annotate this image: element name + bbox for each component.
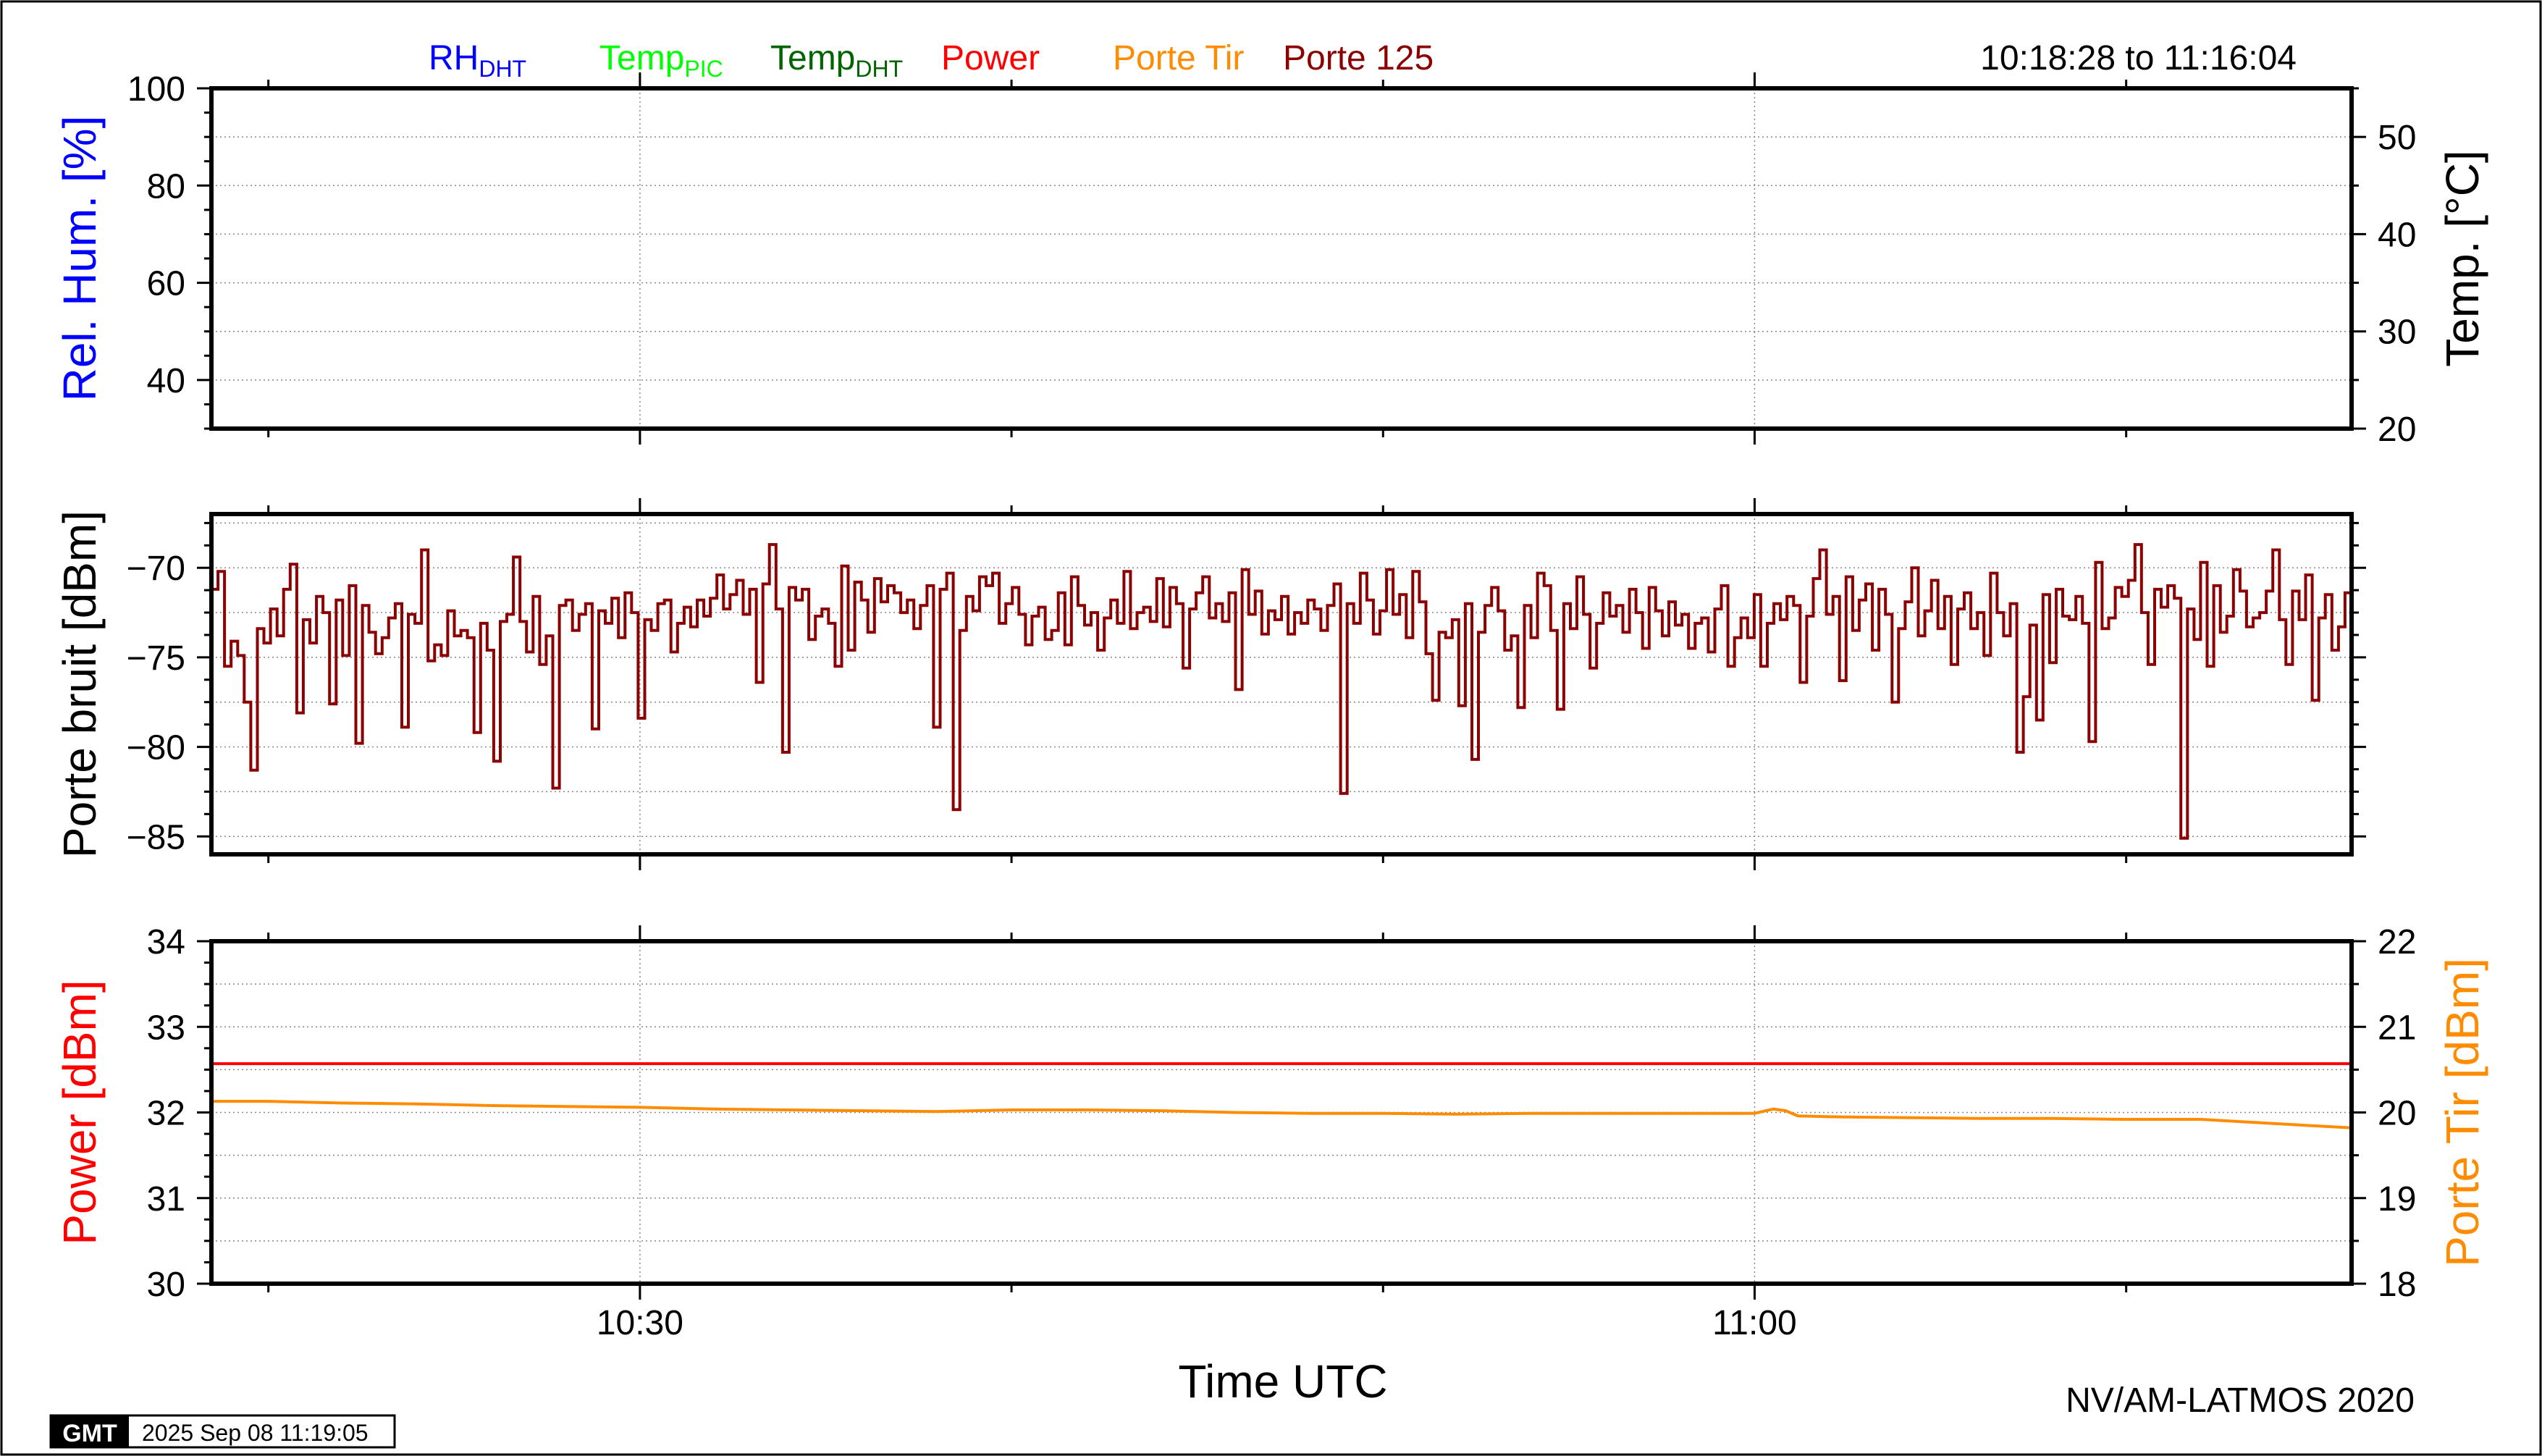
y-right-tick-label: 20: [2378, 1095, 2416, 1133]
y-left-tick-label: −85: [127, 818, 185, 857]
legend-label: Power: [941, 39, 1040, 77]
legend-subscript: DHT: [479, 56, 526, 82]
y-right-tick-label: 19: [2378, 1180, 2416, 1219]
legend-subscript: PIC: [684, 56, 723, 82]
x-tick-label: 11:00: [1712, 1304, 1797, 1342]
y-right-tick-label: 20: [2378, 411, 2416, 449]
gmt-timestamp: 2025 Sep 08 11:19:05: [142, 1420, 369, 1446]
gmt-logo-text: GMT: [62, 1420, 117, 1447]
figure-border: [0, 0, 2542, 1456]
y-right-axis-title: Porte Tir [dBm]: [2436, 958, 2488, 1267]
gmt-timestamp-badge: GMT 2025 Sep 08 11:19:05: [49, 1414, 396, 1449]
legend-label: Temp: [599, 39, 684, 77]
figure-canvas: RHDHT TempPIC TempDHT Power Porte Tir Porte 1…: [0, 0, 2542, 1456]
y-right-tick-label: 40: [2378, 216, 2416, 254]
x-axis-title: Time UTC: [1178, 1355, 1387, 1407]
legend-item-3: Power: [941, 39, 1040, 77]
y-left-tick-label: 33: [147, 1009, 185, 1047]
legend-item-4: Porte Tir: [1113, 39, 1244, 77]
y-left-tick-label: 40: [147, 362, 185, 400]
y-left-tick-label: 80: [147, 167, 185, 206]
legend-label: RH: [429, 39, 479, 77]
y-right-axis-title: Temp. [°C]: [2436, 150, 2488, 366]
legend-subscript: DHT: [855, 56, 903, 82]
legend-label: Temp: [770, 39, 855, 77]
time-range: 10:18:28 to 11:16:04: [1980, 39, 2297, 77]
y-left-axis-title: Porte bruit [dBm]: [54, 510, 106, 858]
y-left-tick-label: 31: [147, 1180, 185, 1219]
y-left-axis-title: Rel. Hum. [%]: [54, 116, 106, 402]
y-right-tick-label: 21: [2378, 1009, 2416, 1047]
y-right-tick-label: 18: [2378, 1266, 2416, 1304]
legend-label: Porte 125: [1283, 39, 1434, 77]
y-left-tick-label: 60: [147, 265, 185, 303]
legend-label: Porte Tir: [1113, 39, 1244, 77]
y-left-tick-label: 30: [147, 1266, 185, 1304]
y-left-tick-label: −70: [127, 550, 185, 588]
y-left-tick-label: −75: [127, 639, 185, 678]
legend-item-5: Porte 125: [1283, 39, 1434, 77]
y-left-tick-label: −80: [127, 729, 185, 767]
y-right-tick-label: 22: [2378, 923, 2416, 961]
y-right-tick-label: 30: [2378, 313, 2416, 352]
credit-text: NV/AM-LATMOS 2020: [2066, 1381, 2415, 1420]
y-left-tick-label: 100: [127, 70, 185, 109]
x-tick-label: 10:30: [597, 1304, 683, 1342]
y-right-tick-label: 50: [2378, 119, 2416, 157]
y-left-tick-label: 34: [147, 923, 185, 961]
y-left-axis-title: Power [dBm]: [54, 980, 106, 1245]
y-left-tick-label: 32: [147, 1095, 185, 1133]
